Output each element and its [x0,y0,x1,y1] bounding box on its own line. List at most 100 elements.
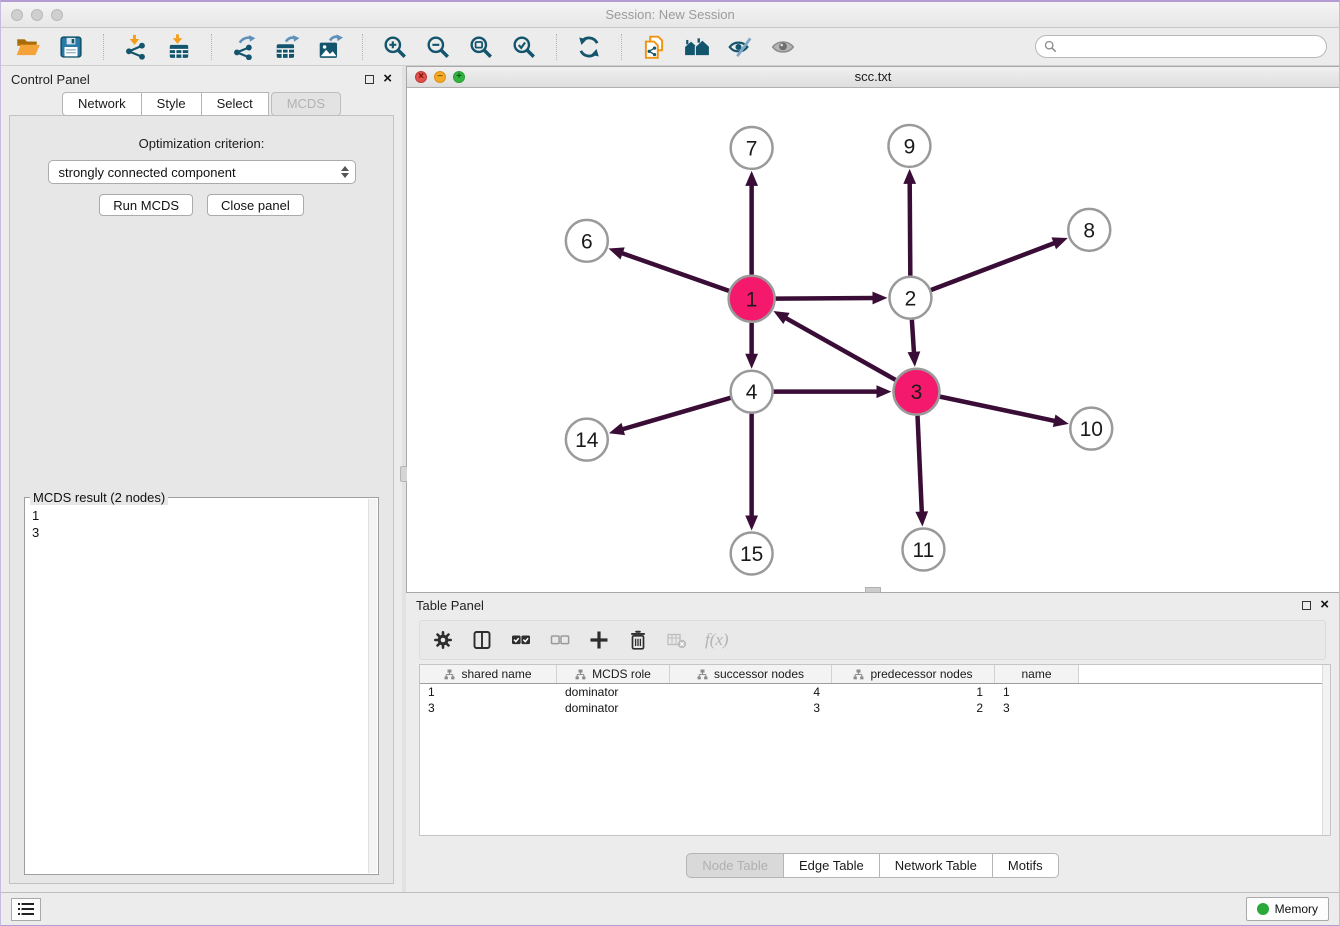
column-header-successor-nodes[interactable]: successor nodes [670,665,832,683]
close-table-panel-icon[interactable]: × [1320,600,1329,610]
table-tab-network-table[interactable]: Network Table [880,853,993,878]
open-file-button[interactable] [13,32,43,62]
table-cell[interactable]: 3 [420,700,557,716]
clone-network-button[interactable] [639,32,669,62]
control-tab-network[interactable]: Network [62,92,142,116]
result-scrollbar[interactable] [368,499,377,873]
mcds-result-list[interactable]: 13 [26,507,368,873]
float-table-panel-icon[interactable] [1302,601,1311,610]
panel-divider[interactable] [402,66,406,892]
graph-node-8[interactable]: 8 [1068,208,1110,250]
run-mcds-button[interactable]: Run MCDS [99,194,193,216]
table-tab-edge-table[interactable]: Edge Table [784,853,880,878]
network-close-icon[interactable]: × [415,71,427,83]
home-icon [684,34,710,60]
close-panel-button[interactable]: Close panel [207,194,304,216]
home-button[interactable] [682,32,712,62]
table-cell[interactable]: 1 [995,684,1079,700]
mcds-result-item[interactable]: 3 [26,524,368,541]
table-tab-motifs[interactable]: Motifs [993,853,1059,878]
float-panel-icon[interactable] [365,75,374,84]
toolbar-separator [362,34,363,60]
zoom-fit-button[interactable] [466,32,496,62]
save-session-button[interactable] [56,32,86,62]
graph-edge-1-6 [608,247,729,290]
export-network-icon [231,34,257,60]
select-all-button[interactable] [510,629,532,651]
table-cell[interactable]: 3 [995,700,1079,716]
zoom-in-button[interactable] [380,32,410,62]
table-cell[interactable]: 2 [832,700,995,716]
import-table-button[interactable] [164,32,194,62]
export-network-button[interactable] [229,32,259,62]
table-row: 1dominator411 [420,684,1330,700]
hierarchy-icon [697,669,708,680]
gear-icon [433,630,453,650]
graph-node-2[interactable]: 2 [889,276,931,318]
zoom-selected-icon [511,34,537,60]
table-cell[interactable]: dominator [557,700,670,716]
search-input[interactable] [1062,40,1318,54]
canvas-resize-handle-icon[interactable] [865,587,881,593]
network-window-titlebar[interactable]: × − + scc.txt [407,67,1339,88]
graph-edge-3-1 [773,311,895,380]
eye-slash-icon [727,34,753,60]
hide-selected-button[interactable] [725,32,755,62]
export-table-button[interactable] [272,32,302,62]
graph-node-1[interactable]: 1 [729,275,775,321]
add-column-button[interactable] [588,629,610,651]
graph-node-10[interactable]: 10 [1070,407,1112,449]
refresh-layout-button[interactable] [574,32,604,62]
network-view-window: × − + scc.txt 7 9 6 8 1 2 4 3 14 10 15 11 [406,66,1339,593]
column-header-shared-name[interactable]: shared name [420,665,557,683]
toolbar-separator [621,34,622,60]
network-minimize-icon[interactable]: − [434,71,446,83]
table-scrollbar[interactable] [1322,665,1330,835]
graph-node-11[interactable]: 11 [902,528,944,570]
column-header-name[interactable]: name [995,665,1079,683]
table-tab-node-table[interactable]: Node Table [686,853,784,878]
import-network-button[interactable] [121,32,151,62]
close-window-icon[interactable] [11,9,23,21]
export-image-button[interactable] [315,32,345,62]
session-title: Session: New Session [605,7,734,22]
table-cell[interactable]: 3 [670,700,832,716]
table-cell[interactable]: dominator [557,684,670,700]
table-header-row: shared nameMCDS rolesuccessor nodesprede… [420,665,1330,684]
delete-table-button[interactable] [627,629,649,651]
network-canvas[interactable]: 7 9 6 8 1 2 4 3 14 10 15 11 [407,88,1339,592]
graph-node-9[interactable]: 9 [888,125,930,167]
criterion-dropdown[interactable]: strongly connected component [48,160,356,184]
network-file-title: scc.txt [855,69,892,84]
maximize-window-icon[interactable] [51,9,63,21]
graph-node-14[interactable]: 14 [566,418,608,460]
memory-button[interactable]: Memory [1246,897,1329,921]
task-history-button[interactable] [11,898,41,921]
table-settings-button[interactable] [432,629,454,651]
graph-node-3[interactable]: 3 [893,368,939,414]
eye-icon [770,34,796,60]
close-panel-icon[interactable]: × [383,74,392,84]
graph-node-4[interactable]: 4 [731,370,773,412]
search-field[interactable] [1035,35,1327,58]
minimize-window-icon[interactable] [31,9,43,21]
control-tab-select[interactable]: Select [202,92,269,116]
zoom-selected-button[interactable] [509,32,539,62]
column-header-predecessor-nodes[interactable]: predecessor nodes [832,665,995,683]
zoom-out-button[interactable] [423,32,453,62]
network-maximize-icon[interactable]: + [453,71,465,83]
network-graph[interactable]: 7 9 6 8 1 2 4 3 14 10 15 11 [407,88,1339,592]
table-cell[interactable]: 1 [832,684,995,700]
column-header-mcds-role[interactable]: MCDS role [557,665,670,683]
graph-node-6[interactable]: 6 [566,219,608,261]
table-cell[interactable]: 1 [420,684,557,700]
control-tab-mcds[interactable]: MCDS [271,92,341,116]
table-cell[interactable]: 4 [670,684,832,700]
show-columns-button[interactable] [471,629,493,651]
control-tab-style[interactable]: Style [142,92,202,116]
mcds-result-item[interactable]: 1 [26,507,368,524]
graph-node-7[interactable]: 7 [731,127,773,169]
deselect-all-button[interactable] [549,629,571,651]
show-graphics-button[interactable] [768,32,798,62]
graph-node-15[interactable]: 15 [731,532,773,574]
